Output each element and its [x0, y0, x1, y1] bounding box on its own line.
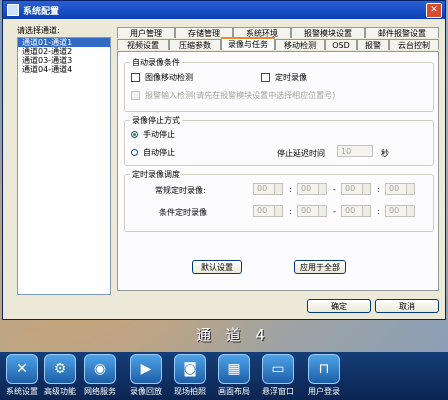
stop-delay-unit: 秒	[381, 149, 389, 158]
checkbox-label: 报警输入检测(请先在报警模块设置中选择相应位置号)	[145, 91, 336, 100]
cond-start-hour[interactable]: 00	[253, 205, 283, 217]
lock-icon: ⊓	[308, 354, 340, 384]
film-icon: ▶	[130, 354, 162, 384]
cond-end-minute[interactable]: 00	[385, 205, 415, 217]
title-bar[interactable]: 系统配置 ✕	[3, 1, 445, 19]
cond-start-minute[interactable]: 00	[297, 205, 327, 217]
channel-name-overlay: 通 道 4	[196, 326, 271, 344]
camera-icon: ◙	[174, 354, 206, 384]
checkbox-box[interactable]	[131, 91, 140, 100]
ok-button[interactable]: 确定	[307, 299, 371, 313]
list-item[interactable]: 通道04-通道4	[18, 65, 110, 74]
default-settings-button[interactable]: 默认设置	[192, 260, 242, 274]
group-title: 定时录像调度	[130, 169, 182, 180]
taskbar-label: 系统设置	[6, 387, 38, 396]
taskbar-label: 现场拍照	[174, 387, 206, 396]
schedule-group: 定时录像调度 常规定时录像: 00 : 00 - 00 : 00 条件定时录像 …	[124, 169, 434, 232]
checkbox-label: 定时录像	[275, 73, 307, 82]
normal-end-hour[interactable]: 00	[341, 183, 371, 195]
normal-start-hour[interactable]: 00	[253, 183, 283, 195]
taskbar-label: 用户登录	[308, 387, 340, 396]
globe-icon: ◉	[84, 354, 116, 384]
window-icon: ▭	[262, 354, 294, 384]
taskbar-system-settings[interactable]: ✕ 系统设置	[2, 354, 42, 397]
tab-row-2: 视频设置 压缩参数 录像与任务 移动检测 OSD 报警 云台控制	[117, 37, 439, 50]
time-separator: :	[289, 185, 292, 194]
tab-video-settings[interactable]: 视频设置	[117, 39, 169, 50]
tab-compression[interactable]: 压缩参数	[169, 39, 221, 50]
taskbar-login[interactable]: ⊓ 用户登录	[304, 354, 344, 397]
tab-record-tasks[interactable]: 录像与任务	[221, 37, 275, 50]
taskbar-label: 录像回放	[130, 387, 162, 396]
tab-ptz-control[interactable]: 云台控制	[389, 39, 439, 50]
taskbar-layout[interactable]: ▦ 画面布局	[214, 354, 254, 397]
tab-row-1: 用户管理 存储管理 系统环境 报警模块设置 邮件报警设置	[117, 27, 439, 38]
taskbar-snapshot[interactable]: ◙ 现场拍照	[170, 354, 210, 397]
tab-panel-record: 自动录像条件 图像移动检测 定时录像 报警输入检测(请先在报警模块设置中选择相应…	[117, 51, 439, 291]
auto-record-group: 自动录像条件 图像移动检测 定时录像 报警输入检测(请先在报警模块设置中选择相应…	[124, 57, 434, 112]
tools-icon: ✕	[6, 354, 38, 384]
taskbar: ✕ 系统设置 ⚙ 高级功能 ◉ 网络服务 ▶ 录像回放 ◙ 现场拍照 ▦ 画面布…	[0, 352, 448, 400]
channel-list-label: 请选择通道:	[17, 26, 60, 35]
checkbox-label: 图像移动检测	[145, 73, 193, 82]
cancel-button[interactable]: 取消	[375, 299, 439, 313]
stop-delay-input[interactable]: 10	[337, 145, 373, 157]
tab-osd[interactable]: OSD	[325, 39, 357, 50]
checkbox-box[interactable]	[261, 73, 270, 82]
group-title: 自动录像条件	[130, 57, 182, 68]
time-separator: :	[377, 185, 380, 194]
normal-start-minute[interactable]: 00	[297, 183, 327, 195]
window-title: 系统配置	[23, 6, 60, 17]
taskbar-label: 高级功能	[44, 387, 76, 396]
taskbar-playback[interactable]: ▶ 录像回放	[126, 354, 166, 397]
normal-end-minute[interactable]: 00	[385, 183, 415, 195]
normal-schedule-label: 常规定时录像:	[155, 186, 206, 195]
stop-delay-label: 停止延迟时间	[277, 149, 325, 158]
tab-alarm-module[interactable]: 报警模块设置	[291, 27, 365, 38]
taskbar-label: 悬浮窗口	[262, 387, 294, 396]
radio-label: 手动停止	[143, 130, 175, 139]
group-title: 录像停止方式	[130, 115, 182, 126]
checkbox-box[interactable]	[131, 73, 140, 82]
radio-dot[interactable]	[131, 149, 138, 156]
range-separator: -	[333, 207, 336, 216]
gears-icon: ⚙	[44, 354, 76, 384]
list-item[interactable]: 通道02-通道2	[18, 47, 110, 56]
tab-user-management[interactable]: 用户管理	[117, 27, 175, 38]
taskbar-floating-window[interactable]: ▭ 悬浮窗口	[258, 354, 298, 397]
layout-icon: ▦	[218, 354, 250, 384]
taskbar-advanced[interactable]: ⚙ 高级功能	[40, 354, 80, 397]
apply-to-all-button[interactable]: 应用于全部	[294, 260, 346, 274]
stop-mode-group: 录像停止方式 手动停止 自动停止 停止延迟时间 10 秒	[124, 115, 434, 166]
conditional-schedule-label: 条件定时录像	[159, 208, 207, 217]
taskbar-label: 画面布局	[218, 387, 250, 396]
tab-motion-detect[interactable]: 移动检测	[275, 39, 325, 50]
radio-label: 自动停止	[143, 148, 175, 157]
time-separator: :	[289, 207, 292, 216]
tab-email-alarm[interactable]: 邮件报警设置	[365, 27, 439, 38]
tab-alarm[interactable]: 报警	[357, 39, 389, 50]
radio-dot[interactable]	[131, 131, 138, 138]
taskbar-network[interactable]: ◉ 网络服务	[80, 354, 120, 397]
manual-stop-radio[interactable]: 手动停止	[131, 129, 175, 140]
range-separator: -	[333, 185, 336, 194]
list-item[interactable]: 通道03-通道3	[18, 56, 110, 65]
channel-list[interactable]: 通道01-通道1 通道02-通道2 通道03-通道3 通道04-通道4	[17, 37, 111, 295]
time-separator: :	[377, 207, 380, 216]
app-icon	[7, 4, 19, 16]
alarm-input-checkbox[interactable]: 报警输入检测(请先在报警模块设置中选择相应位置号)	[131, 90, 335, 101]
motion-detect-checkbox[interactable]: 图像移动检测	[131, 72, 193, 83]
taskbar-label: 网络服务	[84, 387, 116, 396]
list-item[interactable]: 通道01-通道1	[18, 38, 110, 47]
auto-stop-radio[interactable]: 自动停止	[131, 147, 175, 158]
timed-record-checkbox[interactable]: 定时录像	[261, 72, 307, 83]
close-icon[interactable]: ✕	[426, 3, 442, 18]
system-config-dialog: 系统配置 ✕ 请选择通道: 通道01-通道1 通道02-通道2 通道03-通道3…	[2, 0, 446, 320]
cond-end-hour[interactable]: 00	[341, 205, 371, 217]
